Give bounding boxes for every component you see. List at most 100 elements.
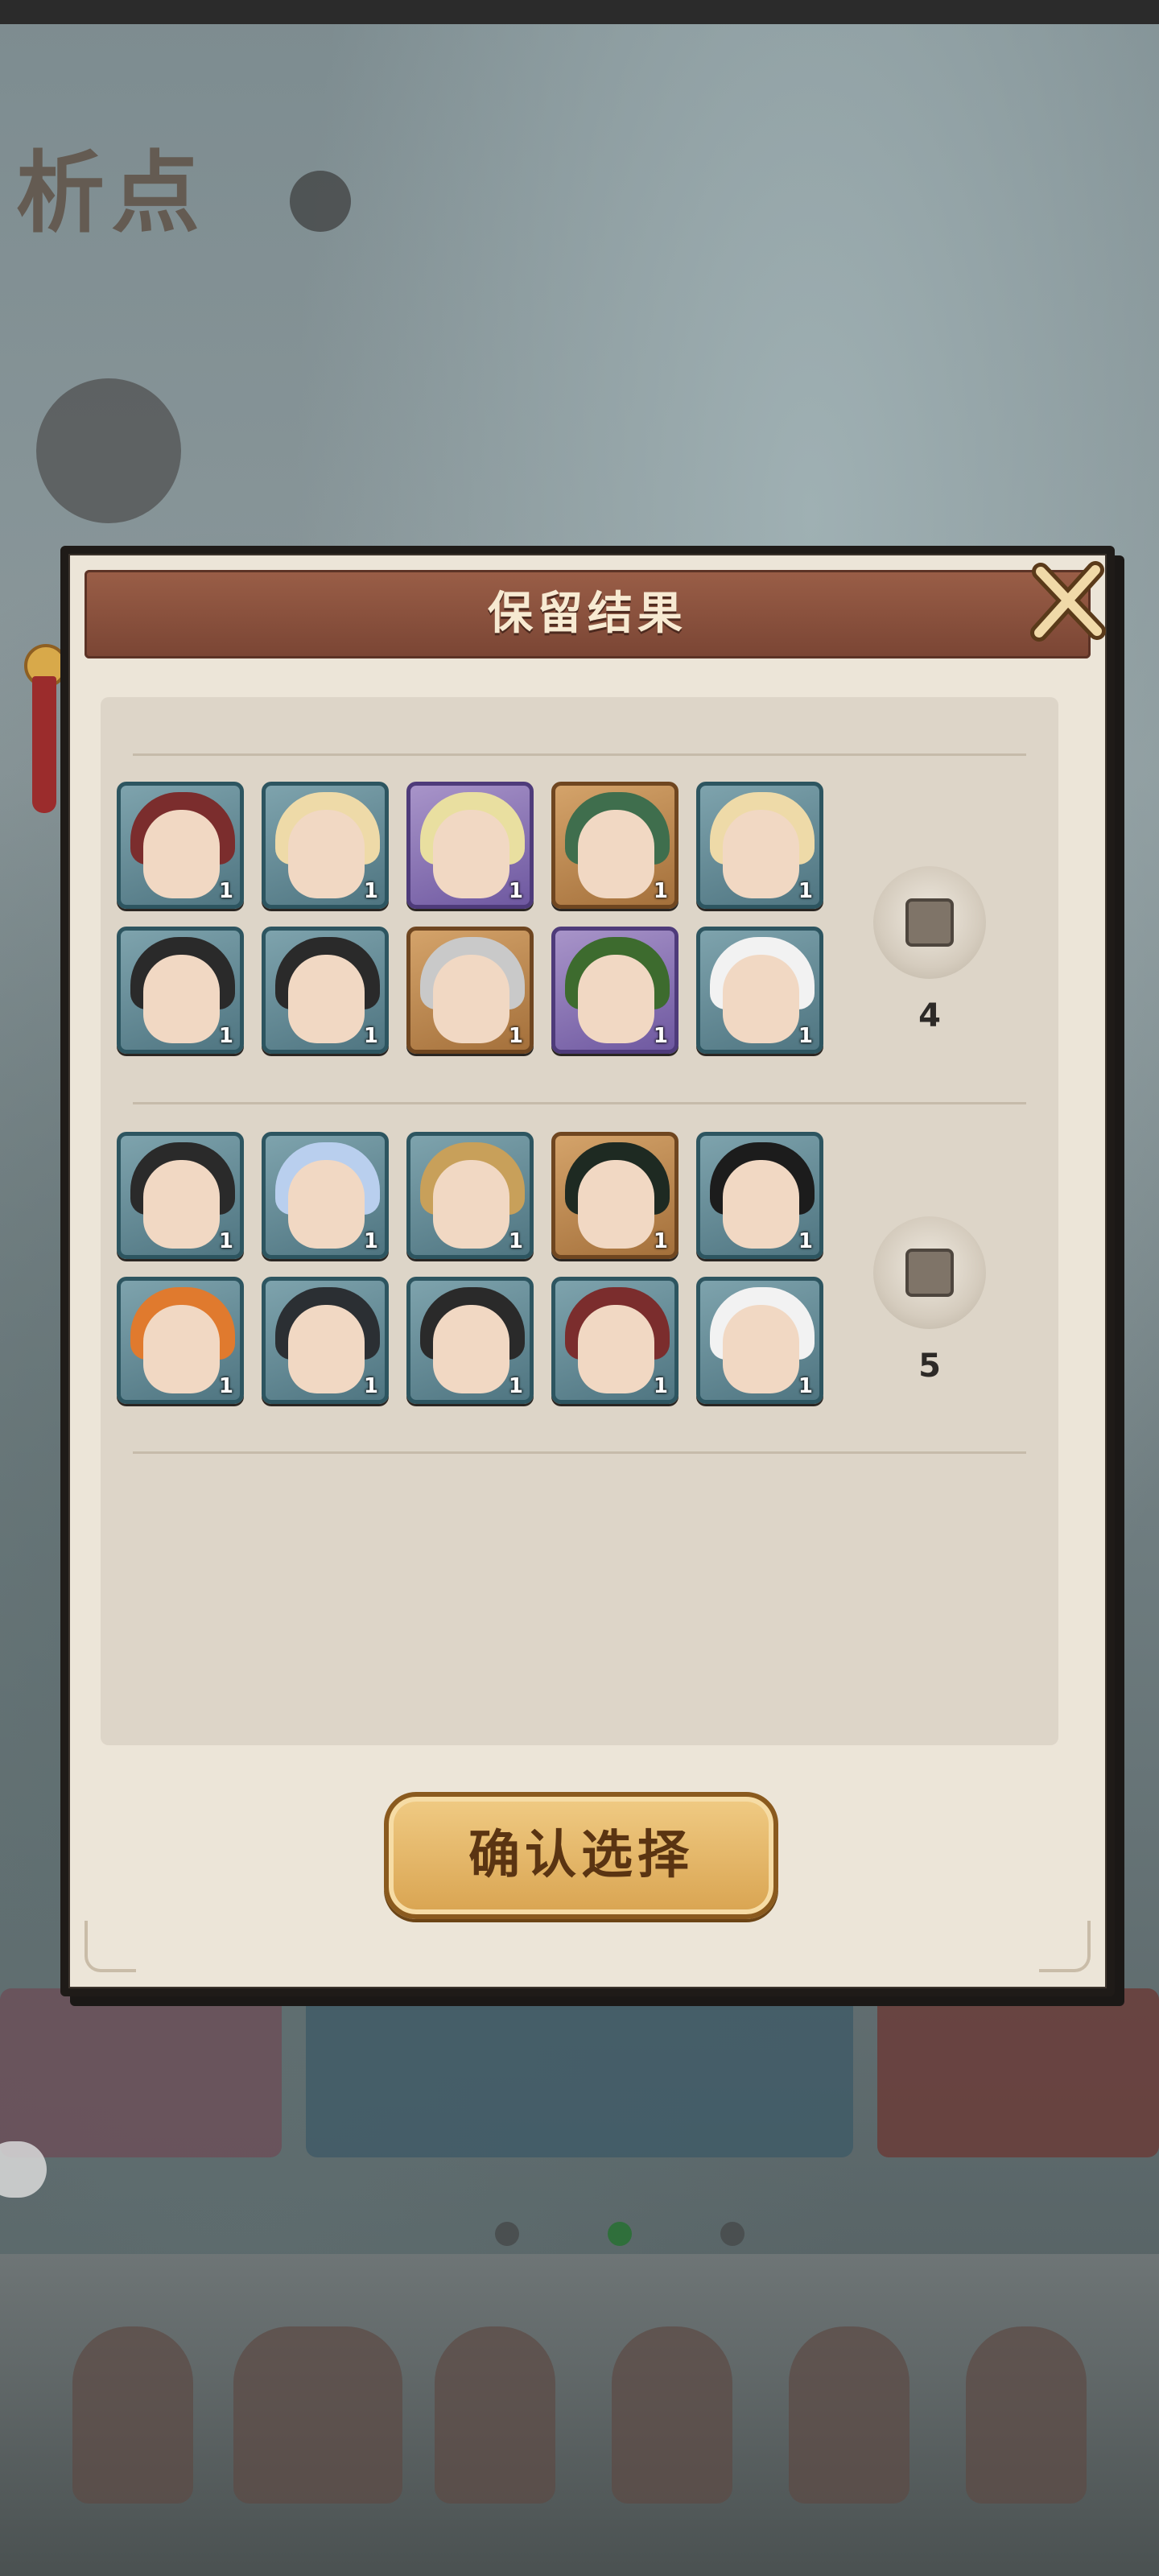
hero-portrait xyxy=(723,955,799,1043)
corner-ornament xyxy=(85,1921,136,1972)
background-character xyxy=(612,2326,732,2504)
hero-portrait xyxy=(578,955,654,1043)
hero-count: 1 xyxy=(653,1024,668,1048)
group-select-checkbox[interactable] xyxy=(873,866,986,979)
hero-card[interactable]: 1 xyxy=(262,1277,389,1404)
hero-count: 1 xyxy=(218,879,233,903)
divider xyxy=(133,1102,1026,1104)
group-count: 5 xyxy=(918,1348,941,1385)
hero-count: 1 xyxy=(798,879,813,903)
hero-card[interactable]: 1 xyxy=(117,927,244,1054)
results-panel: 1 1 1 1 1 1 1 1 1 1 4 1 1 1 1 1 1 1 1 1 1 5 xyxy=(101,697,1058,1745)
divider xyxy=(133,1451,1026,1454)
hero-card[interactable]: 1 xyxy=(406,927,534,1054)
hero-card[interactable]: 1 xyxy=(117,1277,244,1404)
hero-portrait xyxy=(578,1160,654,1249)
group-select-checkbox[interactable] xyxy=(873,1216,986,1329)
hero-card[interactable]: 1 xyxy=(262,927,389,1054)
hero-count: 1 xyxy=(363,1024,378,1048)
hero-portrait xyxy=(433,955,509,1043)
dialog-header: 保留结果 xyxy=(85,570,1091,658)
page-indicator xyxy=(451,2222,789,2249)
hero-card[interactable]: 1 xyxy=(551,782,678,909)
hero-portrait xyxy=(578,810,654,898)
banner-right xyxy=(877,1988,1159,2157)
background-character-bar xyxy=(0,2254,1159,2576)
hero-count: 1 xyxy=(508,1229,523,1253)
hero-portrait xyxy=(433,1305,509,1393)
result-group: 1 1 1 1 1 1 1 1 1 1 5 xyxy=(101,1132,1058,1470)
hero-count: 1 xyxy=(798,1024,813,1048)
background-character xyxy=(789,2326,909,2504)
hero-count: 1 xyxy=(653,1229,668,1253)
hero-card[interactable]: 1 xyxy=(117,1132,244,1259)
hero-portrait xyxy=(288,1160,365,1249)
hero-portrait xyxy=(288,810,365,898)
checkbox-box xyxy=(905,1249,954,1297)
hero-portrait xyxy=(143,955,220,1043)
hero-count: 1 xyxy=(508,1024,523,1048)
hero-card[interactable]: 1 xyxy=(696,927,823,1054)
status-bar xyxy=(0,0,1159,24)
hero-count: 1 xyxy=(363,1229,378,1253)
hero-card[interactable]: 1 xyxy=(551,1132,678,1259)
banner-center xyxy=(306,1988,853,2157)
background-character xyxy=(233,2326,402,2504)
result-group: 1 1 1 1 1 1 1 1 1 1 4 xyxy=(101,782,1058,1120)
background-character xyxy=(72,2326,193,2504)
background-character xyxy=(966,2326,1087,2504)
page-dot-active xyxy=(608,2222,632,2246)
hero-card[interactable]: 1 xyxy=(262,782,389,909)
hero-portrait xyxy=(143,1305,220,1393)
hero-count: 1 xyxy=(798,1374,813,1398)
hero-card[interactable]: 1 xyxy=(696,1277,823,1404)
hero-count: 1 xyxy=(218,1229,233,1253)
background-avatar xyxy=(36,378,181,523)
hero-count: 1 xyxy=(363,879,378,903)
hero-card[interactable]: 1 xyxy=(406,1132,534,1259)
hero-portrait xyxy=(143,810,220,898)
hero-count: 1 xyxy=(798,1229,813,1253)
hero-count: 1 xyxy=(508,879,523,903)
hero-portrait xyxy=(723,1160,799,1249)
confirm-button-label: 确认选择 xyxy=(468,1826,694,1885)
hero-portrait xyxy=(288,1305,365,1393)
banner-left xyxy=(0,1988,282,2157)
hero-portrait xyxy=(433,1160,509,1249)
background-banners xyxy=(0,1988,1159,2165)
corner-ornament xyxy=(1039,1921,1091,1972)
tassel-rope xyxy=(32,676,56,813)
hero-count: 1 xyxy=(218,1024,233,1048)
close-icon xyxy=(1030,561,1106,642)
help-icon xyxy=(290,171,351,232)
hero-portrait xyxy=(288,955,365,1043)
hero-portrait xyxy=(578,1305,654,1393)
dialog-title: 保留结果 xyxy=(488,588,687,640)
hero-count: 1 xyxy=(508,1374,523,1398)
hero-portrait xyxy=(723,1305,799,1393)
hero-count: 1 xyxy=(653,1374,668,1398)
hero-count: 1 xyxy=(363,1374,378,1398)
close-button[interactable] xyxy=(1018,554,1115,650)
tassel-decoration xyxy=(16,644,68,821)
group-count: 4 xyxy=(918,997,941,1034)
divider xyxy=(133,753,1026,756)
hero-portrait xyxy=(433,810,509,898)
hero-portrait xyxy=(143,1160,220,1249)
background-character xyxy=(435,2326,555,2504)
page-dot xyxy=(495,2222,519,2246)
retain-result-dialog: 保留结果 1 1 1 1 1 1 1 1 1 1 4 1 1 1 1 1 1 1 1 1 1 5 确认选择 xyxy=(60,546,1115,1996)
hero-card[interactable]: 1 xyxy=(406,1277,534,1404)
hero-card[interactable]: 1 xyxy=(696,1132,823,1259)
hero-card[interactable]: 1 xyxy=(117,782,244,909)
hero-portrait xyxy=(723,810,799,898)
hero-card[interactable]: 1 xyxy=(551,1277,678,1404)
hero-card[interactable]: 1 xyxy=(551,927,678,1054)
hero-count: 1 xyxy=(653,879,668,903)
hero-card[interactable]: 1 xyxy=(696,782,823,909)
page-dot xyxy=(720,2222,744,2246)
hero-card[interactable]: 1 xyxy=(406,782,534,909)
hero-count: 1 xyxy=(218,1374,233,1398)
hero-card[interactable]: 1 xyxy=(262,1132,389,1259)
confirm-selection-button[interactable]: 确认选择 xyxy=(384,1792,778,1919)
